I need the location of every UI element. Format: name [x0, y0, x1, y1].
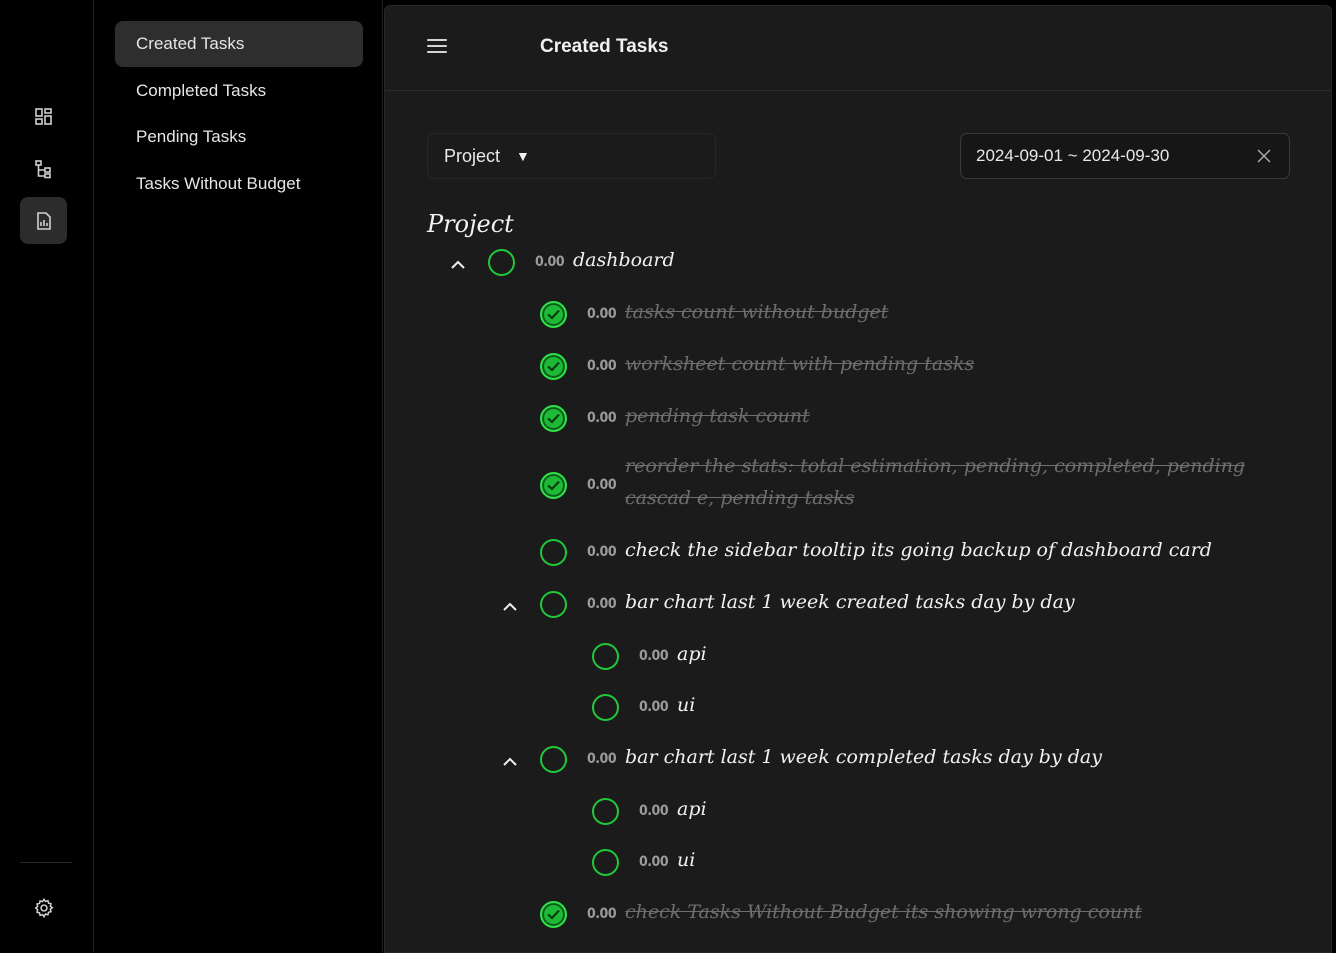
check-icon	[547, 361, 560, 372]
page-title: Created Tasks	[540, 36, 669, 57]
task-estimate: 0.00	[639, 803, 669, 819]
subnav-item-created-tasks[interactable]: Created Tasks	[115, 21, 363, 67]
task-completed-checkbox[interactable]	[540, 901, 567, 928]
task-estimate: 0.00	[587, 596, 617, 612]
group-by-value: Project	[444, 145, 501, 166]
chevron-up-icon	[451, 260, 465, 269]
rail-divider	[20, 862, 72, 863]
task-estimate: 0.00	[587, 751, 617, 767]
task-label[interactable]: pending task count	[625, 405, 810, 427]
check-icon	[547, 480, 560, 491]
dashboard-icon	[34, 107, 52, 125]
task-label[interactable]: check the sidebar tooltip its going back…	[625, 539, 1212, 561]
task-estimate: 0.00	[587, 544, 617, 560]
chevron-up-icon	[503, 757, 517, 766]
collapse-toggle[interactable]	[500, 752, 520, 772]
task-checkbox[interactable]	[592, 798, 619, 825]
date-range-value: 2024-09-01 ~ 2024-09-30	[976, 146, 1170, 165]
group-title: Project	[427, 210, 514, 238]
report-icon	[36, 211, 51, 230]
menu-toggle-button[interactable]	[427, 39, 447, 55]
subnav-item-label: Completed Tasks	[136, 81, 267, 100]
task-estimate: 0.00	[587, 306, 617, 322]
task-estimate: 0.00	[535, 254, 565, 270]
subnav-item-completed-tasks[interactable]: Completed Tasks	[115, 68, 363, 114]
collapse-toggle[interactable]	[448, 255, 468, 275]
task-estimate: 0.00	[587, 410, 617, 426]
main-header: Created Tasks	[385, 6, 1331, 91]
task-completed-checkbox[interactable]	[540, 405, 567, 432]
main-panel: Created Tasks Project ▼ 2024-09-01 ~ 202…	[384, 5, 1332, 953]
task-completed-checkbox[interactable]	[540, 353, 567, 380]
caret-down-icon: ▼	[516, 148, 530, 164]
task-label[interactable]: dashboard	[573, 249, 675, 271]
subnav-item-pending-tasks[interactable]: Pending Tasks	[115, 114, 363, 160]
subnav-item-tasks-without-budget[interactable]: Tasks Without Budget	[115, 161, 363, 207]
subnav-item-label: Pending Tasks	[136, 127, 247, 146]
task-checkbox[interactable]	[540, 591, 567, 618]
gear-icon	[34, 897, 54, 919]
task-estimate: 0.00	[587, 906, 617, 922]
task-estimate: 0.00	[639, 648, 669, 664]
task-checkbox[interactable]	[592, 849, 619, 876]
check-icon	[547, 413, 560, 424]
task-label[interactable]: api	[677, 798, 707, 820]
reports-nav-button[interactable]	[20, 197, 67, 244]
reports-subnav: Created Tasks Completed Tasks Pending Ta…	[95, 0, 383, 953]
group-by-select[interactable]: Project ▼	[427, 133, 716, 179]
task-estimate: 0.00	[587, 477, 617, 493]
task-label[interactable]: check Tasks Without Budget its showing w…	[625, 901, 1142, 923]
task-estimate: 0.00	[639, 699, 669, 715]
task-estimate: 0.00	[639, 854, 669, 870]
task-checkbox[interactable]	[540, 746, 567, 773]
task-label[interactable]: ui	[677, 694, 695, 716]
chevron-up-icon	[503, 602, 517, 611]
clear-date-button[interactable]	[1255, 147, 1273, 165]
collapse-toggle[interactable]	[500, 597, 520, 617]
hierarchy-icon	[34, 159, 51, 178]
subnav-item-label: Created Tasks	[136, 34, 245, 53]
icon-rail	[0, 0, 94, 953]
hierarchy-nav-button[interactable]	[20, 145, 67, 192]
task-label[interactable]: bar chart last 1 week created tasks day …	[625, 591, 1075, 613]
task-checkbox[interactable]	[592, 643, 619, 670]
task-estimate: 0.00	[587, 358, 617, 374]
dashboard-nav-button[interactable]	[20, 93, 67, 140]
task-checkbox[interactable]	[592, 694, 619, 721]
check-icon	[547, 309, 560, 320]
task-checkbox[interactable]	[540, 539, 567, 566]
subnav-item-label: Tasks Without Budget	[136, 174, 301, 193]
task-label[interactable]: reorder the stats: total estimation, pen…	[625, 450, 1270, 514]
task-checkbox[interactable]	[488, 249, 515, 276]
task-label[interactable]: bar chart last 1 week completed tasks da…	[625, 746, 1102, 768]
task-label[interactable]: ui	[677, 849, 695, 871]
task-label[interactable]: worksheet count with pending tasks	[625, 353, 974, 375]
check-icon	[547, 909, 560, 920]
task-label[interactable]: tasks count without budget	[625, 301, 888, 323]
task-completed-checkbox[interactable]	[540, 301, 567, 328]
task-label[interactable]: api	[677, 643, 707, 665]
close-icon	[1257, 149, 1271, 163]
settings-button[interactable]	[33, 897, 55, 919]
task-completed-checkbox[interactable]	[540, 472, 567, 499]
date-range-picker[interactable]: 2024-09-01 ~ 2024-09-30	[960, 133, 1290, 179]
